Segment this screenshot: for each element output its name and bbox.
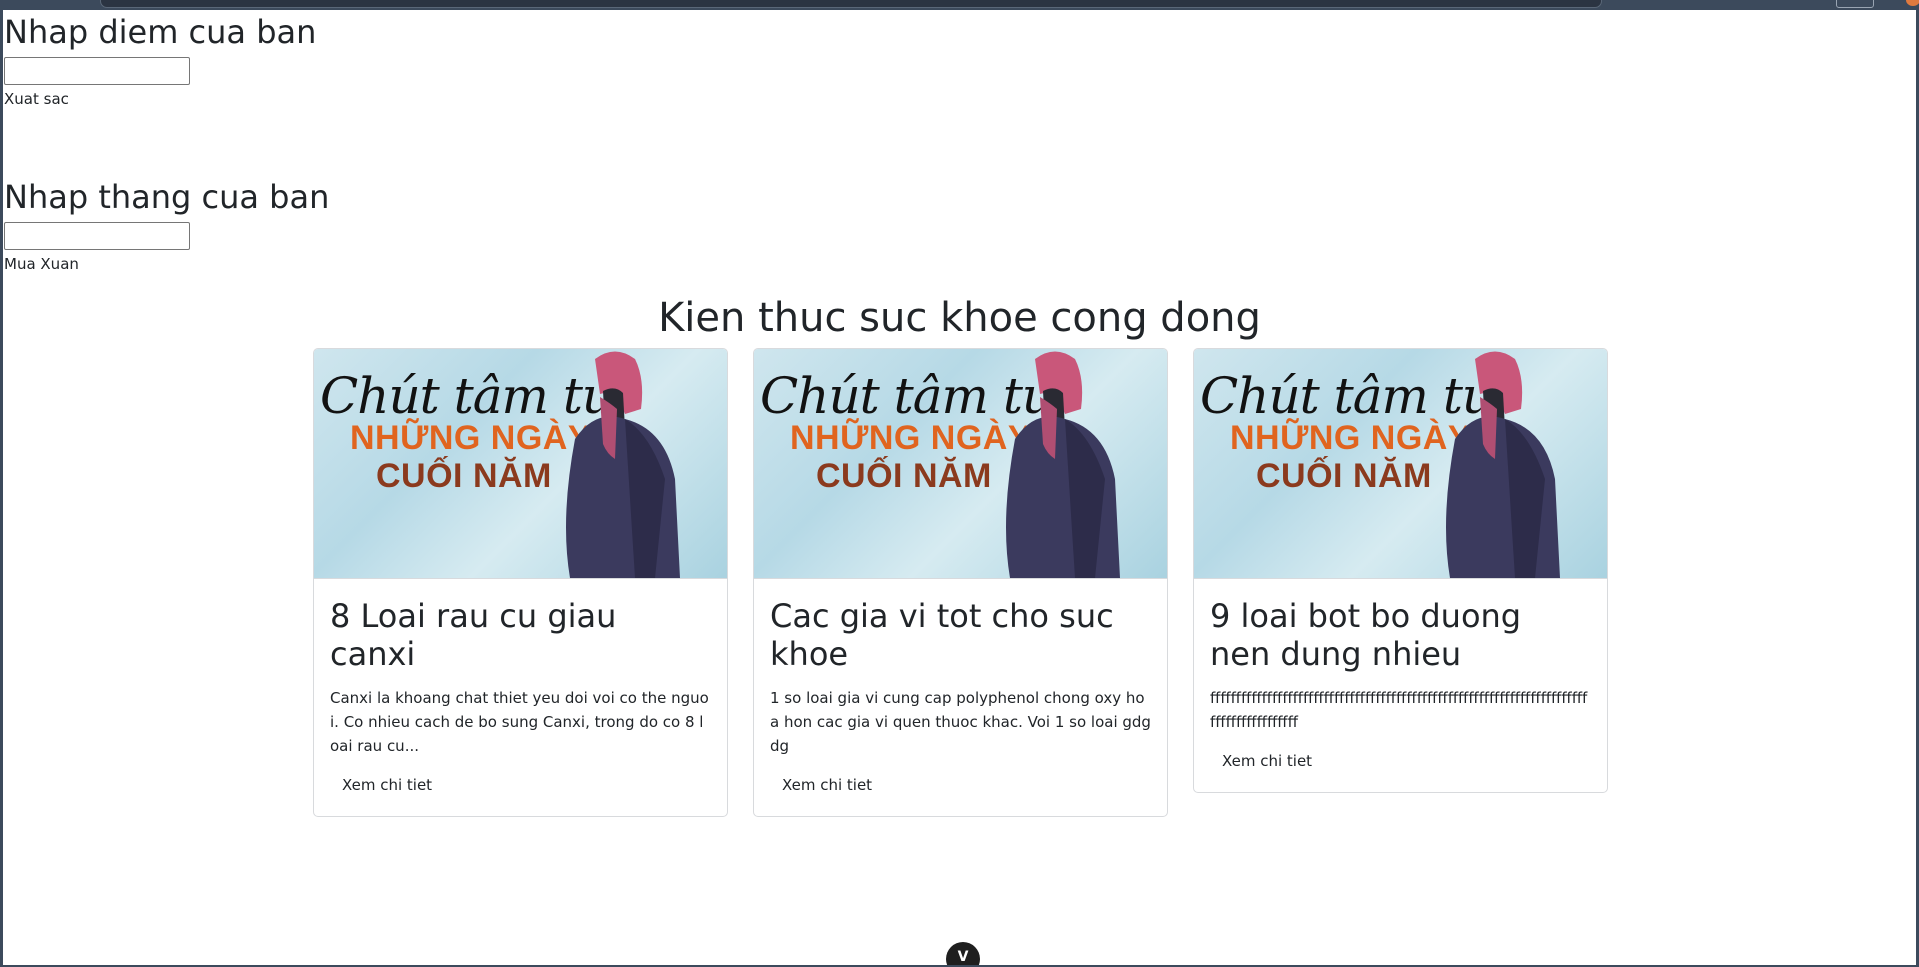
card-image-line2: CUỐI NĂM	[816, 457, 992, 495]
score-heading: Nhap diem cua ban	[4, 13, 317, 51]
card-image: Chút tâm tư NHỮNG NGÀY CUỐI NĂM	[754, 349, 1167, 579]
card-text: ffffffffffffffffffffffffffffffffffffffff…	[1210, 688, 1588, 731]
hooded-figure-illustration	[1446, 351, 1560, 578]
cards-row: Chút tâm tư NHỮNG NGÀY CUỐI NĂM 8 Loai r…	[313, 348, 1613, 817]
view-details-link[interactable]: Xem chi tiet	[330, 770, 444, 800]
card-title: 8 Loai rau cu giau canxi	[330, 597, 617, 674]
browser-address-bar[interactable]	[100, 0, 1602, 8]
card-body: Cac gia vi tot cho suc khoe 1 so loai gi…	[754, 579, 1167, 816]
card-body: 9 loai bot bo duong nen dung nhieu fffff…	[1194, 579, 1607, 792]
hooded-figure-illustration	[1006, 351, 1120, 578]
card-title: Cac gia vi tot cho suc khoe	[770, 597, 1114, 674]
score-result: Xuat sac	[4, 90, 69, 108]
article-card: Chút tâm tư NHỮNG NGÀY CUỐI NĂM 8 Loai r…	[313, 348, 728, 817]
view-details-link[interactable]: Xem chi tiet	[770, 770, 884, 800]
hooded-figure-illustration	[566, 351, 680, 578]
card-image: Chút tâm tư NHỮNG NGÀY CUỐI NĂM	[314, 349, 727, 579]
article-card: Chút tâm tư NHỮNG NGÀY CUỐI NĂM Cac gia …	[753, 348, 1168, 817]
browser-top-frame	[0, 0, 1919, 10]
article-card: Chút tâm tư NHỮNG NGÀY CUỐI NĂM 9 loai b…	[1193, 348, 1608, 793]
card-text: 1 so loai gia vi cung cap polyphenol cho…	[770, 688, 1151, 755]
card-text: Canxi la khoang chat thiet yeu doi voi c…	[330, 688, 709, 755]
browser-toolbar-button[interactable]	[1836, 0, 1874, 8]
score-input[interactable]	[4, 57, 190, 85]
month-result: Mua Xuan	[4, 255, 79, 273]
view-details-link[interactable]: Xem chi tiet	[1210, 746, 1324, 776]
card-title: 9 loai bot bo duong nen dung nhieu	[1210, 597, 1522, 674]
browser-profile-icon[interactable]	[1906, 0, 1919, 6]
card-image-line2: CUỐI NĂM	[1256, 457, 1432, 495]
section-title: Kien thuc suc khoe cong dong	[658, 295, 1261, 341]
vue-devtools-icon[interactable]: V	[946, 942, 980, 965]
month-heading: Nhap thang cua ban	[4, 178, 330, 216]
card-image: Chút tâm tư NHỮNG NGÀY CUỐI NĂM	[1194, 349, 1607, 579]
card-image-line2: CUỐI NĂM	[376, 457, 552, 495]
page-content: Nhap diem cua ban Xuat sac Nhap thang cu…	[3, 10, 1916, 965]
month-input[interactable]	[4, 222, 190, 250]
card-body: 8 Loai rau cu giau canxi Canxi la khoang…	[314, 579, 727, 816]
